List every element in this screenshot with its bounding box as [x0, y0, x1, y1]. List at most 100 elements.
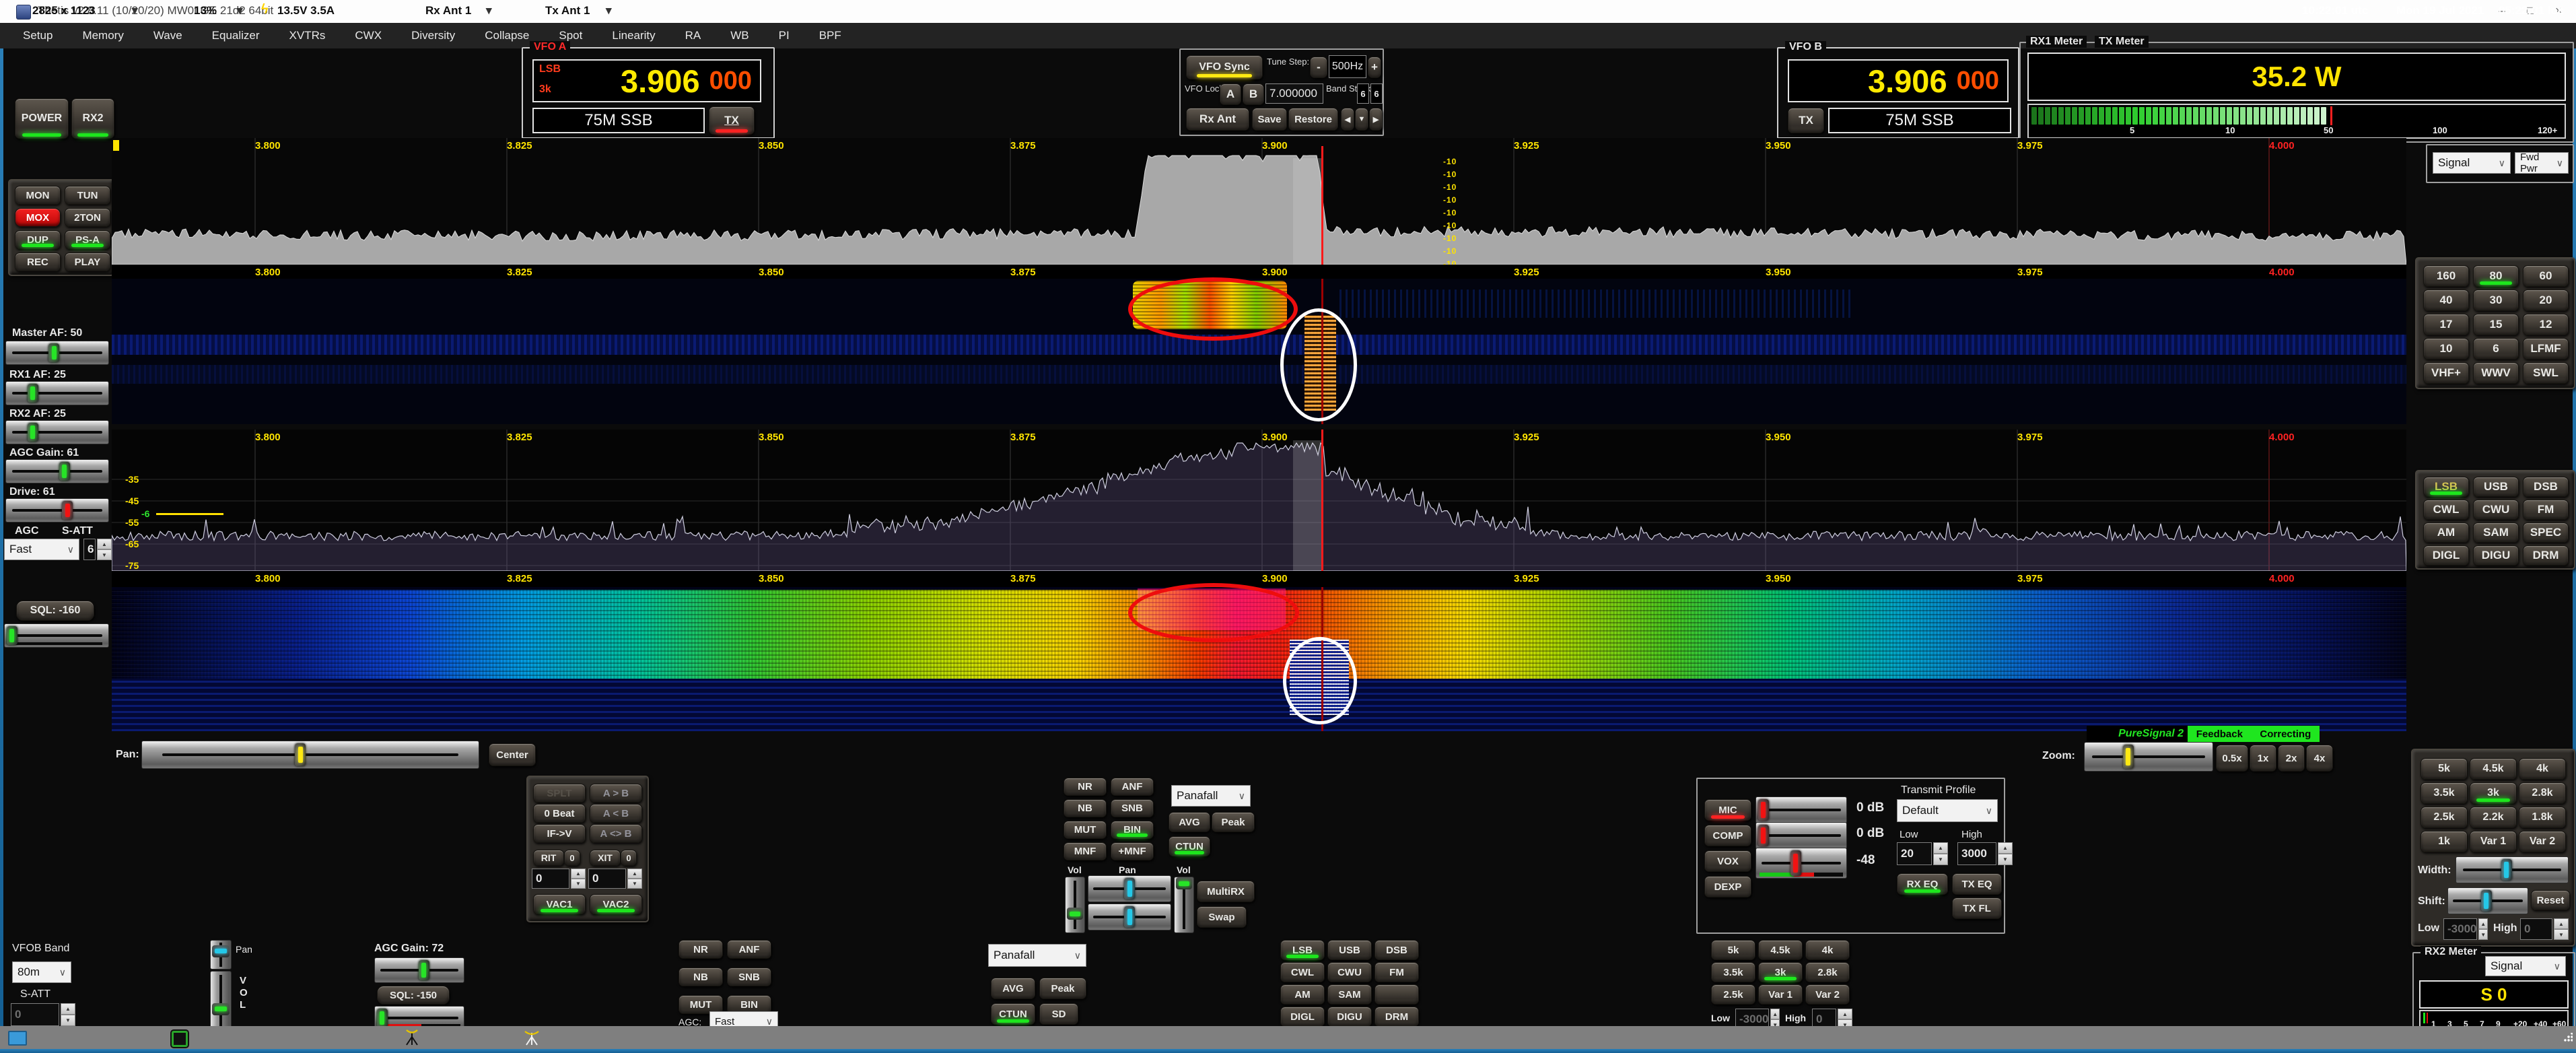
rx2-agc-gain-thumb[interactable]: [419, 960, 429, 980]
menu-pi[interactable]: PI: [779, 29, 790, 42]
caret-down-icon[interactable]: ▾: [132, 4, 138, 18]
mode-fm-button[interactable]: FM: [2523, 500, 2569, 520]
rx1-waterfall[interactable]: [112, 279, 2406, 424]
rx2filter-var-1-button[interactable]: Var 1: [1758, 984, 1803, 1005]
band-wwv-button[interactable]: WWV: [2473, 362, 2519, 384]
pan-thumb[interactable]: [295, 743, 306, 766]
sync-frequency-input[interactable]: 7.000000: [1265, 83, 1323, 104]
rx2-meter-mode-select[interactable]: Signal∨: [2485, 956, 2566, 976]
tx-fl-button[interactable]: TX FL: [1952, 897, 2002, 919]
tx-antenna[interactable]: Tx Ant 1: [545, 4, 590, 18]
menu-equalizer[interactable]: Equalizer: [212, 29, 260, 42]
rx1-filter-passband[interactable]: [1293, 158, 1323, 265]
menu-xvtrs[interactable]: XVTRs: [289, 29, 326, 42]
mode-cwu-button[interactable]: CWU: [2473, 500, 2519, 520]
spin-down-icon[interactable]: ▼: [61, 1015, 75, 1026]
shift-reset-button[interactable]: Reset: [2531, 890, 2570, 910]
master-af-slider[interactable]: [5, 341, 109, 365]
menu-spot[interactable]: Spot: [559, 29, 582, 42]
zoom-slider[interactable]: [2084, 742, 2213, 772]
sql-button[interactable]: SQL: -160: [16, 601, 94, 621]
band-12-button[interactable]: 12: [2523, 314, 2569, 335]
agc-line-marker[interactable]: -6: [141, 508, 149, 519]
rx2filter-2-8k-button[interactable]: 2.8k: [1805, 962, 1850, 982]
menu-setup[interactable]: Setup: [23, 29, 53, 42]
dsp1-snb-button[interactable]: SNB: [1111, 799, 1154, 817]
center-button[interactable]: Center: [489, 743, 536, 766]
rx2-sd-button[interactable]: SD: [1039, 1003, 1078, 1025]
sub-rx-vol-slider[interactable]: [1174, 877, 1194, 933]
spin-up-icon[interactable]: ▲: [1998, 842, 2013, 854]
sql-slider[interactable]: [4, 623, 109, 648]
rx1-frequency-scale[interactable]: 3.8003.8253.8503.8753.9003.9253.9503.975…: [112, 265, 2406, 279]
ritgrid-if-v-button[interactable]: IF->V: [533, 824, 586, 843]
txctl-dup-button[interactable]: DUP: [15, 230, 61, 249]
xit-button[interactable]: XIT: [590, 850, 621, 866]
spin-up-icon[interactable]: ▲: [1838, 1009, 1852, 1019]
dsp1-mnf-button[interactable]: +MNF: [1111, 842, 1154, 860]
mode-digu-button[interactable]: DIGU: [2473, 545, 2519, 566]
sub-rx-vol-thumb[interactable]: [1176, 877, 1192, 889]
rx2filter-4k-button[interactable]: 4k: [1805, 940, 1850, 960]
rx2-af-thumb[interactable]: [28, 423, 38, 442]
drive-slider[interactable]: [5, 498, 109, 522]
rx2filter-2-5k-button[interactable]: 2.5k: [1711, 984, 1755, 1005]
band-stack-button[interactable]: ▼: [1355, 108, 1368, 131]
dsp1-mut-button[interactable]: MUT: [1064, 821, 1107, 839]
band-160-button[interactable]: 160: [2423, 265, 2469, 287]
spin-up-icon[interactable]: ▲: [571, 869, 586, 879]
spin-down-icon[interactable]: ▼: [627, 879, 642, 889]
rx2mode-digu-button[interactable]: DIGU: [1327, 1007, 1372, 1027]
rx2mode-am-button[interactable]: AM: [1280, 984, 1325, 1005]
spin-up-icon[interactable]: ▲: [1933, 842, 1948, 854]
filter-2-5k-button[interactable]: 2.5k: [2421, 807, 2468, 828]
rx2dsp-anf-button[interactable]: ANF: [727, 940, 771, 959]
vfo-a-tx-button[interactable]: TX: [709, 106, 755, 135]
rx-ant-button[interactable]: Rx Ant: [1186, 108, 1249, 131]
dsp1-nb-button[interactable]: NB: [1064, 799, 1107, 817]
band-17-button[interactable]: 17: [2423, 314, 2469, 335]
rx1-vol-slider[interactable]: [1065, 877, 1085, 933]
display-resolution[interactable]: 2825 x 1123: [32, 4, 96, 18]
vfo-lock-b-button[interactable]: B: [1243, 83, 1264, 105]
spin-down-icon[interactable]: ▼: [1998, 854, 2013, 865]
spin-up-icon[interactable]: ▲: [61, 1003, 75, 1015]
txctl-tun-button[interactable]: TUN: [65, 186, 110, 205]
mode-drm-button[interactable]: DRM: [2523, 545, 2569, 566]
band-20-button[interactable]: 20: [2523, 290, 2569, 311]
rx2-sql-button[interactable]: SQL: -150: [377, 986, 450, 1005]
menu-wb[interactable]: WB: [730, 29, 749, 42]
tx-low-stepper[interactable]: 20▲▼: [1897, 842, 1948, 865]
ritgrid-a-b-button[interactable]: A < B: [590, 804, 642, 823]
filter-high-stepper[interactable]: 0▲▼: [2520, 918, 2569, 940]
sql-thumb[interactable]: [7, 626, 18, 645]
rx2mode-cwl-button[interactable]: CWL: [1280, 962, 1325, 982]
rx2filter-3k-button[interactable]: 3k: [1758, 962, 1803, 982]
rx2-satt-stepper[interactable]: 0▲▼: [11, 1003, 75, 1026]
spin-down-icon[interactable]: ▼: [1933, 854, 1948, 865]
rx2-ctun-button[interactable]: CTUN: [991, 1003, 1035, 1025]
spin-down-icon[interactable]: ▼: [2478, 929, 2488, 940]
spin-up-icon[interactable]: ▲: [97, 539, 112, 549]
rx1-meter-mode-select[interactable]: Signal∨: [2433, 152, 2511, 174]
cpu-usage[interactable]: 13%: [194, 4, 217, 18]
vox-slider[interactable]: [1755, 848, 1847, 879]
txctl-ps-a-button[interactable]: PS-A: [65, 230, 110, 249]
dsp1-bin-button[interactable]: BIN: [1111, 821, 1154, 839]
swap-button[interactable]: Swap: [1197, 906, 1247, 928]
multirx-button[interactable]: MultiRX: [1197, 881, 1255, 902]
shift-thumb[interactable]: [2481, 890, 2492, 912]
rx2-vol-slider[interactable]: [210, 971, 232, 1033]
band-vhf-button[interactable]: VHF+: [2423, 362, 2469, 384]
rx2mode-dsb-button[interactable]: DSB: [1374, 940, 1419, 960]
filter-5k-button[interactable]: 5k: [2421, 758, 2468, 780]
ritgrid-a-b-button[interactable]: A > B: [590, 784, 642, 803]
vox-button[interactable]: VOX: [1704, 850, 1751, 872]
menu-wave[interactable]: Wave: [153, 29, 182, 42]
rx2dsp-nb-button[interactable]: NB: [678, 967, 723, 986]
transmit-profile-select[interactable]: Default∨: [1897, 799, 1998, 822]
mic-gain-thumb[interactable]: [1758, 799, 1769, 821]
rx2filter-5k-button[interactable]: 5k: [1711, 940, 1755, 960]
rx1-pan-slider[interactable]: [1088, 875, 1171, 902]
rx2mode-drm-button[interactable]: DRM: [1374, 1007, 1419, 1027]
